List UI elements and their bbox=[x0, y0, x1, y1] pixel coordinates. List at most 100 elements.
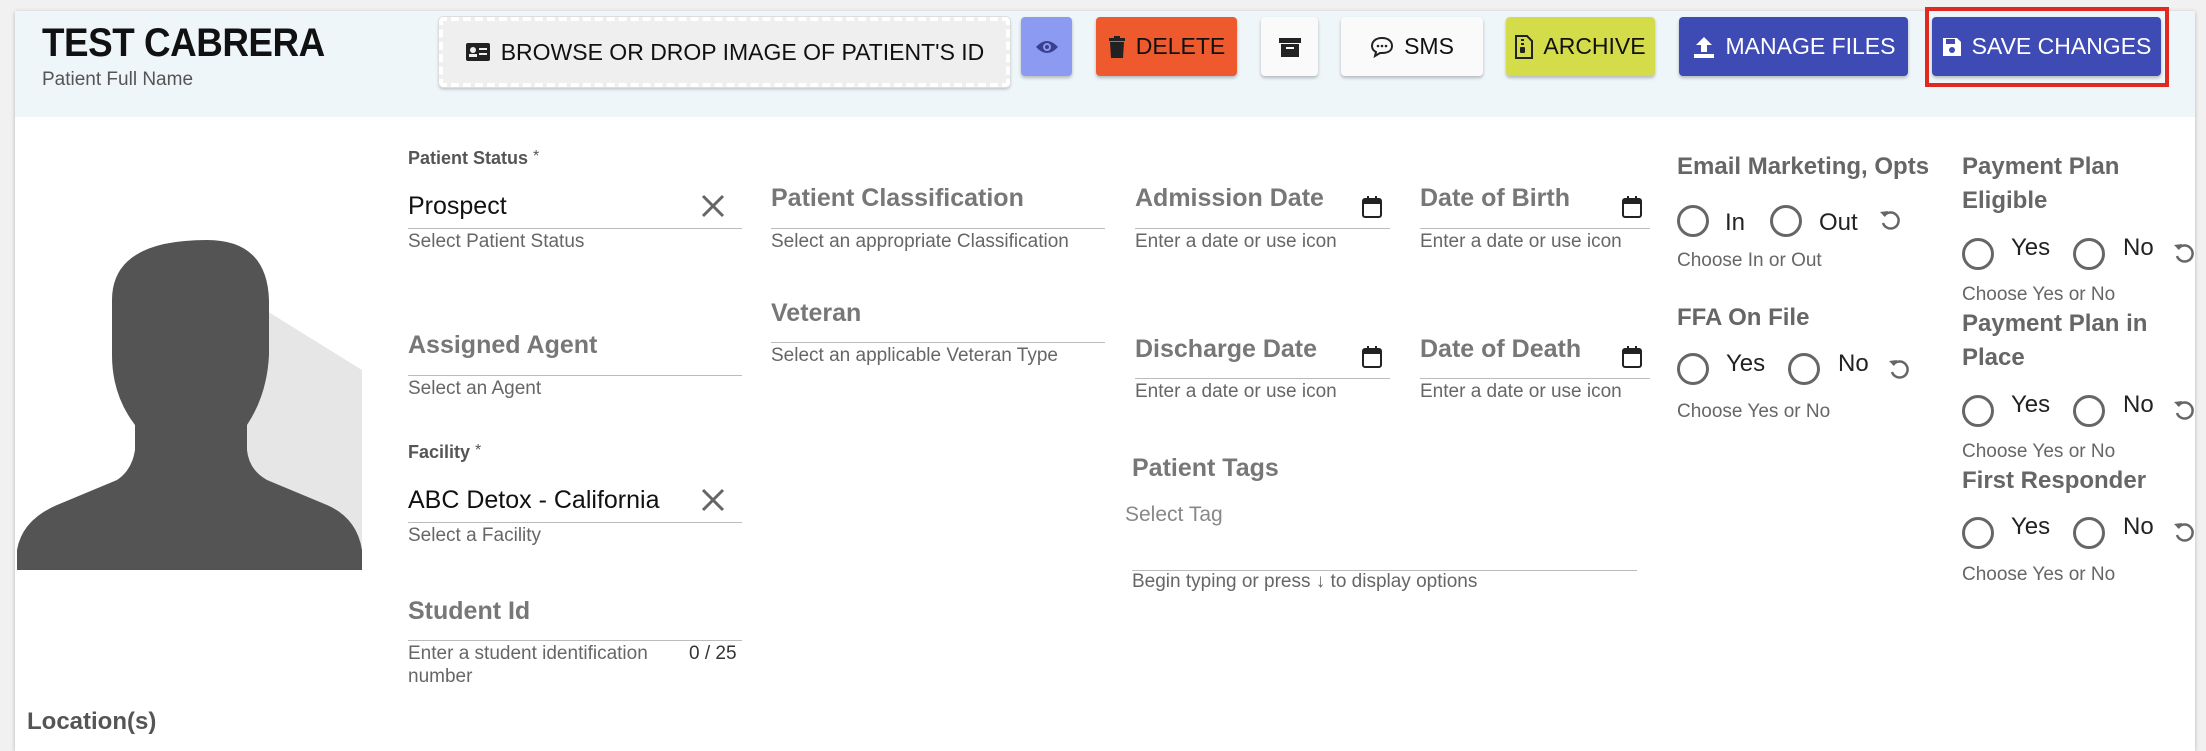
student-id-hint: Enter a student identification bbox=[408, 643, 648, 664]
patient-status-value[interactable]: Prospect bbox=[408, 192, 507, 221]
date-of-death-underline bbox=[1420, 378, 1650, 379]
discharge-date-underline bbox=[1135, 378, 1390, 379]
calendar-icon[interactable] bbox=[1362, 346, 1382, 368]
first-responder-no-radio[interactable] bbox=[2073, 517, 2105, 549]
calendar-icon[interactable] bbox=[1622, 196, 1642, 218]
patient-avatar[interactable] bbox=[17, 150, 362, 570]
admission-date-underline bbox=[1135, 228, 1390, 229]
email-marketing-in-label: In bbox=[1725, 209, 1746, 236]
veteran-underline bbox=[771, 342, 1105, 343]
patient-tags-hint: Begin typing or press ↓ to display optio… bbox=[1132, 571, 1478, 592]
patient-classification-hint: Select an appropriate Classification bbox=[771, 231, 1069, 252]
reset-icon[interactable] bbox=[2172, 398, 2196, 422]
ffa-on-file-yes-label: Yes bbox=[1726, 350, 1766, 377]
sms-button-label: SMS bbox=[1404, 33, 1454, 59]
ffa-on-file-hint: Choose Yes or No bbox=[1677, 401, 1831, 422]
locations-section-title: Location(s) bbox=[27, 708, 157, 735]
email-marketing-title: Email Marketing, Opts bbox=[1677, 153, 1930, 180]
date-of-death-hint: Enter a date or use icon bbox=[1420, 381, 1622, 402]
reset-icon[interactable] bbox=[1878, 208, 1902, 232]
eye-icon bbox=[1035, 40, 1058, 53]
first-responder-yes-radio[interactable] bbox=[1962, 517, 1994, 549]
date-of-death-label[interactable]: Date of Death bbox=[1420, 335, 1581, 364]
patient-classification-label[interactable]: Patient Classification bbox=[771, 184, 1024, 213]
calendar-icon[interactable] bbox=[1362, 196, 1382, 218]
admission-date-hint: Enter a date or use icon bbox=[1135, 231, 1337, 252]
payment-plan-in-place-yes-radio[interactable] bbox=[1962, 395, 1994, 427]
ffa-on-file-no-radio[interactable] bbox=[1788, 353, 1820, 385]
email-marketing-in-radio[interactable] bbox=[1677, 205, 1709, 237]
archive-button[interactable]: ARCHIVE bbox=[1506, 17, 1655, 76]
student-id-counter: 0 / 25 bbox=[689, 643, 737, 664]
payment-plan-in-place-no-label: No bbox=[2123, 391, 2154, 418]
browse-patient-id-button[interactable]: BROWSE OR DROP IMAGE OF PATIENT'S ID bbox=[438, 16, 1011, 88]
admission-date-label[interactable]: Admission Date bbox=[1135, 184, 1324, 213]
ffa-on-file-no-label: No bbox=[1838, 350, 1869, 377]
first-responder-no-label: No bbox=[2123, 513, 2154, 540]
student-id-label[interactable]: Student Id bbox=[408, 597, 530, 626]
first-responder-hint: Choose Yes or No bbox=[1962, 564, 2116, 585]
patient-status-label: Patient Status * bbox=[408, 148, 540, 168]
discharge-date-hint: Enter a date or use icon bbox=[1135, 381, 1337, 402]
assigned-agent-underline bbox=[408, 375, 742, 376]
delete-button[interactable]: DELETE bbox=[1096, 17, 1237, 76]
archive-box-icon bbox=[1278, 37, 1301, 57]
manage-files-label: MANAGE FILES bbox=[1725, 33, 1896, 59]
discharge-date-label[interactable]: Discharge Date bbox=[1135, 335, 1317, 364]
patient-status-underline bbox=[408, 228, 742, 229]
floppy-disk-icon bbox=[1942, 37, 1961, 56]
patient-status-hint: Select Patient Status bbox=[408, 231, 585, 252]
view-button[interactable] bbox=[1021, 17, 1072, 76]
payment-plan-eligible-no-radio[interactable] bbox=[2073, 238, 2105, 270]
payment-plan-in-place-no-radio[interactable] bbox=[2073, 395, 2105, 427]
date-of-birth-label[interactable]: Date of Birth bbox=[1420, 184, 1570, 213]
save-changes-label: SAVE CHANGES bbox=[1971, 33, 2152, 59]
patient-tags-label: Patient Tags bbox=[1132, 454, 1279, 482]
payment-plan-eligible-hint: Choose Yes or No bbox=[1962, 284, 2116, 305]
student-id-underline bbox=[408, 640, 742, 641]
upload-icon bbox=[1693, 36, 1714, 58]
ffa-on-file-yes-radio[interactable] bbox=[1677, 353, 1709, 385]
patient-name-title: TEST CABRERA bbox=[42, 21, 325, 65]
facility-value[interactable]: ABC Detox - California bbox=[408, 486, 659, 515]
manage-files-button[interactable]: MANAGE FILES bbox=[1679, 17, 1908, 76]
date-of-birth-underline bbox=[1420, 228, 1650, 229]
sms-button[interactable]: SMS bbox=[1341, 17, 1483, 76]
save-changes-button[interactable]: SAVE CHANGES bbox=[1932, 17, 2161, 76]
student-id-hint-line2: number bbox=[408, 666, 473, 687]
trash-icon bbox=[1108, 35, 1125, 58]
email-marketing-hint: Choose In or Out bbox=[1677, 250, 1822, 271]
id-card-icon bbox=[465, 43, 490, 61]
facility-hint: Select a Facility bbox=[408, 525, 542, 546]
veteran-label[interactable]: Veteran bbox=[771, 299, 861, 328]
assigned-agent-label[interactable]: Assigned Agent bbox=[408, 331, 597, 360]
date-of-birth-hint: Enter a date or use icon bbox=[1420, 231, 1622, 252]
payment-plan-eligible-title: Payment Plan Eligible bbox=[1962, 153, 2120, 214]
veteran-hint: Select an applicable Veteran Type bbox=[771, 345, 1058, 366]
assigned-agent-hint: Select an Agent bbox=[408, 378, 542, 399]
reset-icon[interactable] bbox=[1887, 357, 1911, 381]
clear-icon[interactable] bbox=[700, 193, 726, 219]
ffa-on-file-title: FFA On File bbox=[1677, 304, 1810, 331]
file-archive-icon bbox=[1515, 34, 1534, 59]
archive-box-button[interactable] bbox=[1261, 17, 1318, 76]
reset-icon[interactable] bbox=[2172, 241, 2196, 265]
facility-label: Facility * bbox=[408, 442, 482, 462]
patient-name-caption: Patient Full Name bbox=[42, 69, 194, 90]
payment-plan-eligible-yes-radio[interactable] bbox=[1962, 238, 1994, 270]
patient-classification-underline bbox=[771, 228, 1105, 229]
email-marketing-out-radio[interactable] bbox=[1770, 205, 1802, 237]
facility-underline bbox=[408, 522, 742, 523]
browse-button-label: BROWSE OR DROP IMAGE OF PATIENT'S ID bbox=[500, 38, 985, 65]
payment-plan-in-place-title: Payment Plan in Place bbox=[1962, 310, 2148, 371]
chat-bubble-icon bbox=[1371, 36, 1394, 58]
payment-plan-eligible-yes-label: Yes bbox=[2011, 234, 2051, 261]
first-responder-yes-label: Yes bbox=[2011, 513, 2051, 540]
payment-plan-in-place-yes-label: Yes bbox=[2011, 391, 2051, 418]
first-responder-title: First Responder bbox=[1962, 467, 2147, 494]
calendar-icon[interactable] bbox=[1622, 346, 1642, 368]
patient-tags-input[interactable]: Select Tag bbox=[1117, 495, 1605, 535]
email-marketing-out-label: Out bbox=[1819, 209, 1858, 236]
reset-icon[interactable] bbox=[2172, 520, 2196, 544]
clear-icon[interactable] bbox=[700, 487, 726, 513]
